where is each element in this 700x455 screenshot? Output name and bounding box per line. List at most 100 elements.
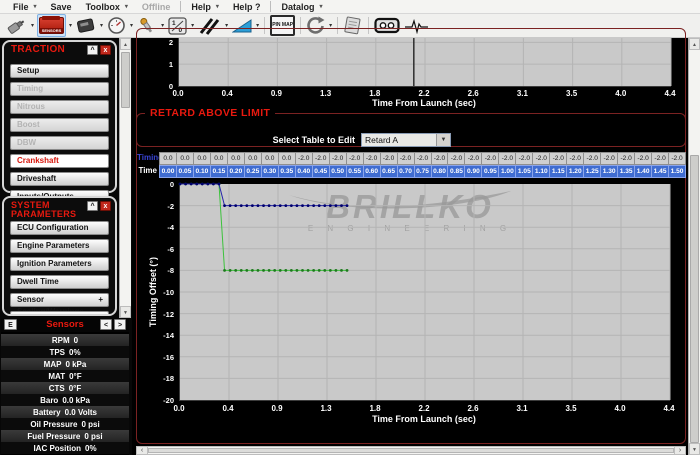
injector-sensor-button[interactable] <box>4 15 28 36</box>
time-table-cell[interactable]: 1.30 <box>601 165 618 178</box>
timing-table-cell[interactable]: -2.0 <box>601 152 618 165</box>
sidebar-item-ignition-parameters[interactable]: Ignition Parameters <box>10 257 109 271</box>
timing-table-cell[interactable]: 0.0 <box>245 152 262 165</box>
timing-table-cell[interactable]: -2.0 <box>448 152 465 165</box>
timing-table-cell[interactable]: 0.0 <box>194 152 211 165</box>
timing-table-cell[interactable]: -2.0 <box>652 152 669 165</box>
sensors-prev-button[interactable]: < <box>100 319 112 330</box>
timing-table-cell[interactable]: -2.0 <box>364 152 381 165</box>
timing-table-cell[interactable]: -2.0 <box>533 152 550 165</box>
time-table-cell[interactable]: 1.20 <box>567 165 584 178</box>
module-button[interactable] <box>75 15 97 36</box>
time-table-cell[interactable]: 1.25 <box>584 165 601 178</box>
time-table-cell[interactable]: 1.05 <box>516 165 533 178</box>
time-table-cell[interactable]: 0.15 <box>211 165 228 178</box>
time-table-cell[interactable]: 0.05 <box>177 165 194 178</box>
time-table-cell[interactable]: 1.10 <box>533 165 550 178</box>
chevron-down-icon[interactable]: ▾ <box>31 22 34 29</box>
menu-item-help[interactable]: Help▾ <box>184 0 226 14</box>
timing-table-cell[interactable]: 0.0 <box>262 152 279 165</box>
time-table-cell[interactable]: 0.55 <box>347 165 364 178</box>
main-scrollbar[interactable]: ▲ ▼ <box>688 38 700 455</box>
timing-table-cell[interactable]: -2.0 <box>635 152 652 165</box>
sidebar-item-dwell-time[interactable]: Dwell Time <box>10 275 109 289</box>
sensors-next-button[interactable]: > <box>114 319 126 330</box>
time-table-cell[interactable]: 0.70 <box>398 165 415 178</box>
sidebar-item-sensor-scaling-warnings[interactable]: Sensor Scaling/Warnings+ <box>10 293 109 307</box>
time-table-cell[interactable]: 0.80 <box>432 165 449 178</box>
chevron-down-icon[interactable]: ▾ <box>130 22 133 29</box>
time-table-cell[interactable]: 0.40 <box>296 165 313 178</box>
scrollbar-thumb[interactable] <box>690 155 699 443</box>
time-table-cell[interactable]: 0.20 <box>228 165 245 178</box>
timing-table-cell[interactable]: -2.0 <box>584 152 601 165</box>
timing-table-cell[interactable]: -2.0 <box>432 152 449 165</box>
scrollbar-thumb[interactable] <box>148 448 674 453</box>
scroll-up-icon[interactable]: ▲ <box>689 38 700 50</box>
scroll-up-icon[interactable]: ▲ <box>120 38 131 50</box>
timing-table-cell[interactable]: 0.0 <box>228 152 245 165</box>
timing-table-cell[interactable]: -2.0 <box>398 152 415 165</box>
timing-table-cell[interactable]: -2.0 <box>347 152 364 165</box>
time-table-cell[interactable]: 0.75 <box>415 165 432 178</box>
time-table-cell[interactable]: 0.50 <box>330 165 347 178</box>
collapse-panel-button[interactable]: ^ <box>87 45 98 55</box>
time-table-cell[interactable]: 1.40 <box>635 165 652 178</box>
scroll-left-icon[interactable]: ‹ <box>137 447 148 454</box>
time-table-cell[interactable]: 0.90 <box>465 165 482 178</box>
time-table-cell[interactable]: 0.35 <box>279 165 296 178</box>
time-table-cell[interactable]: 1.00 <box>499 165 516 178</box>
menu-item-datalog[interactable]: Datalog▾ <box>274 0 329 14</box>
sidebar-item-engine-parameters[interactable]: Engine Parameters <box>10 239 109 253</box>
time-table-cell[interactable]: 0.00 <box>159 165 177 178</box>
chevron-down-icon[interactable]: ▾ <box>100 22 103 29</box>
chevron-down-icon[interactable]: ▼ <box>436 134 450 146</box>
sidebar-item-setup[interactable]: Setup <box>10 64 109 78</box>
timing-table-cell[interactable]: -2.0 <box>499 152 516 165</box>
time-table-cell[interactable]: 0.45 <box>313 165 330 178</box>
time-table-cell[interactable]: 0.10 <box>194 165 211 178</box>
menu-item-toolbox[interactable]: Toolbox▾ <box>79 0 135 14</box>
time-table-cell[interactable]: 1.15 <box>550 165 567 178</box>
gauge-button[interactable] <box>106 15 127 36</box>
menu-item-help[interactable]: Help ? <box>226 0 268 14</box>
time-table-cell[interactable]: 0.65 <box>381 165 398 178</box>
time-table-cell[interactable]: 0.30 <box>262 165 279 178</box>
time-table-cell[interactable]: 1.35 <box>618 165 635 178</box>
scroll-down-icon[interactable]: ▼ <box>689 443 700 455</box>
close-panel-button[interactable]: x <box>100 45 111 55</box>
scrollbar-thumb[interactable] <box>121 52 130 108</box>
time-table-cell[interactable]: 0.85 <box>448 165 465 178</box>
sidebar-item-basic-i-o[interactable]: Basic I/O+ <box>10 311 109 316</box>
timing-table-cell[interactable]: 0.0 <box>177 152 194 165</box>
timing-table-cell[interactable]: -2.0 <box>296 152 313 165</box>
collapse-panel-button[interactable]: ^ <box>87 201 98 211</box>
timing-table-cell[interactable]: -2.0 <box>618 152 635 165</box>
sidebar-scrollbar[interactable]: ▲ ▼ <box>119 38 131 318</box>
timing-table-cell[interactable]: -2.0 <box>482 152 499 165</box>
timing-table-cell[interactable]: -2.0 <box>381 152 398 165</box>
time-table-cell[interactable]: 1.45 <box>652 165 669 178</box>
timing-table-cell[interactable]: -2.0 <box>415 152 432 165</box>
timing-table-cell[interactable]: -2.0 <box>465 152 482 165</box>
sidebar-item-crankshaft[interactable]: Crankshaft <box>10 154 109 168</box>
timing-table-cell[interactable]: -2.0 <box>567 152 584 165</box>
time-table-cell[interactable]: 0.25 <box>245 165 262 178</box>
horizontal-scrollbar[interactable]: ‹ › <box>136 446 686 455</box>
close-panel-button[interactable]: x <box>100 201 111 211</box>
table-select-dropdown[interactable]: Retard A ▼ <box>361 133 451 147</box>
timing-table-cell[interactable]: -2.0 <box>330 152 347 165</box>
timing-table-cell[interactable]: -2.0 <box>669 152 686 165</box>
sidebar-item-ecu-configuration[interactable]: ECU Configuration <box>10 221 109 235</box>
time-table-cell[interactable]: 0.95 <box>482 165 499 178</box>
menu-item-save[interactable]: Save <box>44 0 79 14</box>
timing-table-cell[interactable]: 0.0 <box>159 152 177 165</box>
sidebar-item-driveshaft[interactable]: Driveshaft <box>10 172 109 186</box>
timing-table-cell[interactable]: 0.0 <box>279 152 296 165</box>
menu-item-file[interactable]: File▾ <box>6 0 44 14</box>
timing-table-cell[interactable]: -2.0 <box>516 152 533 165</box>
time-table-cell[interactable]: 0.60 <box>364 165 381 178</box>
scroll-right-icon[interactable]: › <box>674 447 685 454</box>
time-table-cell[interactable]: 1.50 <box>669 165 686 178</box>
scroll-down-icon[interactable]: ▼ <box>120 306 131 318</box>
